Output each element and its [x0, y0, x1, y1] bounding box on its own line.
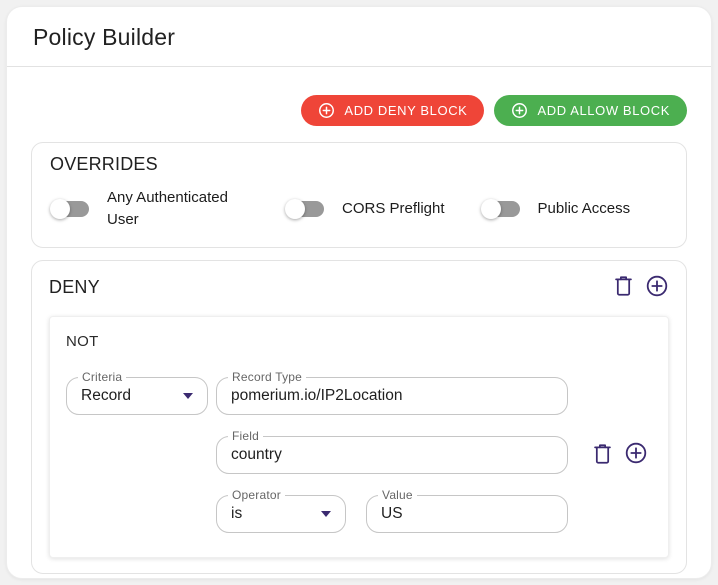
page-title: Policy Builder [33, 24, 176, 50]
criterion-actions [592, 441, 648, 468]
add-rule-to-deny-block-button[interactable] [645, 274, 669, 301]
add-deny-block-label: ADD DENY BLOCK [344, 103, 468, 118]
public-access-toggle[interactable] [480, 198, 521, 220]
toggle-thumb [50, 198, 70, 219]
cors-preflight-toggle[interactable] [285, 198, 325, 220]
overrides-title: OVERRIDES [50, 154, 158, 174]
add-allow-block-label: ADD ALLOW BLOCK [537, 103, 670, 118]
operator-select-value: is [231, 504, 243, 522]
policy-builder-card: Policy Builder ADD DENY BLOCK ADD ALLOW … [6, 6, 712, 579]
field-input[interactable]: Field country [216, 428, 568, 474]
criteria-select-value: Record [81, 386, 131, 404]
deny-block-section: DENY NOT Criteria Record Record Type pom… [31, 259, 687, 574]
toggle-thumb [480, 198, 501, 219]
add-circle-icon [511, 102, 528, 119]
record-type-input-value: pomerium.io/IP2Location [231, 386, 403, 404]
public-access-label: Public Access [537, 199, 631, 217]
record-type-input[interactable]: Record Type pomerium.io/IP2Location [216, 369, 568, 415]
add-allow-block-button[interactable]: ADD ALLOW BLOCK [494, 95, 687, 126]
cors-preflight-label: CORS Preflight [342, 199, 445, 217]
overrides-section: OVERRIDES Any Authenticated User CORS Pr… [31, 142, 687, 248]
deny-block-title: DENY [49, 276, 100, 297]
field-input-value: country [231, 445, 282, 463]
not-rule-group: NOT Criteria Record Record Type pomerium… [49, 315, 669, 558]
card-header: Policy Builder [7, 7, 711, 67]
field-input-label: Field [228, 428, 264, 443]
record-type-input-label: Record Type [228, 369, 307, 384]
field-row: Field country [216, 428, 652, 474]
add-circle-icon [318, 102, 335, 119]
toggle-thumb [285, 198, 305, 219]
delete-criterion-button[interactable] [592, 442, 613, 468]
deny-block-actions [613, 274, 669, 301]
trash-icon [613, 274, 634, 300]
toggle-item-cors-preflight: CORS Preflight [285, 198, 445, 220]
any-authenticated-user-label: Any Authenticated User [107, 189, 228, 228]
not-group-label: NOT [66, 332, 99, 350]
overrides-toggles-row: Any Authenticated User CORS Preflight Pu… [50, 187, 668, 231]
operator-select[interactable]: Operator is [216, 487, 346, 533]
block-actions-row: ADD DENY BLOCK ADD ALLOW BLOCK [31, 95, 687, 126]
value-input-label: Value [378, 487, 417, 502]
criteria-select[interactable]: Criteria Record [66, 369, 208, 415]
value-input-value: US [381, 504, 403, 522]
dropdown-arrow-icon [183, 392, 193, 399]
trash-icon [592, 442, 613, 468]
delete-deny-block-button[interactable] [613, 274, 634, 300]
operator-select-label: Operator [228, 487, 285, 502]
toggle-item-public-access: Public Access [480, 198, 631, 220]
criteria-select-label: Criteria [78, 369, 127, 384]
dropdown-arrow-icon [321, 510, 331, 517]
add-deny-block-button[interactable]: ADD DENY BLOCK [301, 95, 485, 126]
criteria-row: Criteria Record Record Type pomerium.io/… [66, 369, 652, 415]
any-authenticated-user-toggle[interactable] [50, 198, 90, 220]
add-circle-icon [624, 441, 648, 468]
value-input[interactable]: Value US [366, 487, 568, 533]
toggle-item-any-authenticated-user: Any Authenticated User [50, 187, 249, 231]
operator-row: Operator is Value US [216, 487, 652, 533]
add-criterion-button[interactable] [624, 441, 648, 468]
add-circle-icon [645, 274, 669, 301]
